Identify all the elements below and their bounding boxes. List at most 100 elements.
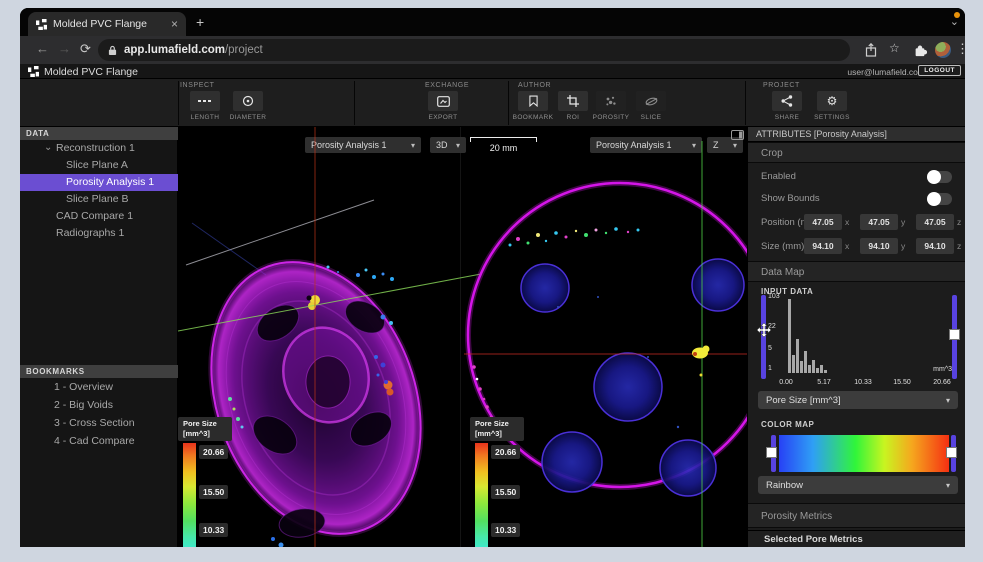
address-input[interactable]: app.lumafield.com/project bbox=[98, 39, 850, 61]
porosity-label: POROSITY bbox=[592, 114, 630, 121]
hist-x-tick: 5.17 bbox=[817, 379, 831, 386]
sidebar-item-radiographs[interactable]: Radiographs 1 bbox=[20, 225, 178, 242]
diameter-icon bbox=[242, 95, 254, 107]
export-button[interactable] bbox=[428, 91, 458, 111]
flange-slice-outline bbox=[466, 181, 747, 489]
sidebar: DATA Reconstruction 1 Slice Plane A Poro… bbox=[20, 127, 178, 547]
bookmark-star-icon[interactable] bbox=[889, 42, 900, 54]
bookmark-item-big-voids[interactable]: 2 - Big Voids bbox=[20, 397, 178, 414]
move-cursor-icon[interactable] bbox=[757, 323, 771, 337]
toolbar-divider bbox=[178, 81, 179, 125]
axis-z-label: z bbox=[957, 241, 962, 251]
tab-overflow-chevron-icon[interactable] bbox=[950, 17, 959, 28]
porosity-metrics-section-header[interactable]: Porosity Metrics bbox=[748, 503, 965, 528]
size-y-input[interactable]: 94.10 bbox=[860, 238, 898, 254]
axis-x-label: x bbox=[845, 217, 850, 227]
slice-button[interactable] bbox=[636, 91, 666, 111]
new-tab-button[interactable] bbox=[196, 14, 204, 30]
toolbar-group-inspect: INSPECT bbox=[180, 82, 215, 89]
settings-label: SETTINGS bbox=[814, 114, 850, 121]
position-y-input[interactable]: 47.05 bbox=[860, 214, 898, 230]
toolbar-divider bbox=[508, 81, 509, 125]
profile-avatar[interactable] bbox=[935, 42, 951, 58]
pore-size-colorbar bbox=[183, 443, 196, 547]
tab-close-icon[interactable] bbox=[171, 18, 178, 30]
settings-button[interactable] bbox=[817, 91, 847, 111]
toolbar-divider bbox=[354, 81, 355, 125]
share-icon bbox=[781, 95, 793, 107]
share-page-icon[interactable] bbox=[865, 43, 877, 57]
show-bounds-label: Show Bounds bbox=[761, 193, 820, 204]
viewport[interactable]: Porosity Analysis 1 3D 20 mm Porosity An… bbox=[178, 127, 747, 547]
bookmark-item-cross-section[interactable]: 3 - Cross Section bbox=[20, 415, 178, 432]
selected-channel: Pore Size [mm^3] bbox=[766, 394, 841, 406]
hist-y-tick: 5 bbox=[768, 345, 772, 352]
sidebar-item-cad-compare[interactable]: CAD Compare 1 bbox=[20, 208, 178, 225]
sidebar-item-reconstruction[interactable]: Reconstruction 1 bbox=[20, 140, 178, 157]
histogram-range-rail-left[interactable] bbox=[761, 295, 766, 379]
data-map-section-header[interactable]: Data Map bbox=[748, 261, 965, 282]
pore-size-legend-title: Pore Size [mm^3] bbox=[178, 417, 232, 441]
selected-pore-metrics-header[interactable]: Selected Pore Metrics bbox=[748, 530, 965, 547]
bookmark-label: BOOKMARK bbox=[512, 114, 554, 121]
size-x-input[interactable]: 94.10 bbox=[804, 238, 842, 254]
sidebar-item-slice-plane-b[interactable]: Slice Plane B bbox=[20, 191, 178, 208]
length-tool-button[interactable] bbox=[190, 91, 220, 111]
extensions-puzzle-icon[interactable] bbox=[913, 43, 927, 57]
attributes-panel: ATTRIBUTES [Porosity Analysis] Crop Enab… bbox=[747, 127, 965, 547]
show-bounds-toggle[interactable] bbox=[927, 192, 952, 206]
browser-tab[interactable]: Molded PVC Flange bbox=[28, 12, 186, 36]
crop-section-header[interactable]: Crop bbox=[748, 142, 965, 163]
lumafield-logo bbox=[28, 66, 39, 77]
panel-toggle-icon[interactable] bbox=[731, 130, 744, 140]
pore-size-colorbar bbox=[475, 443, 488, 547]
slice-label: SLICE bbox=[640, 114, 662, 121]
porosity-button[interactable] bbox=[596, 91, 626, 111]
legend-tick: 10.33 bbox=[199, 523, 229, 537]
bookmark-item-cad-compare[interactable]: 4 - Cad Compare bbox=[20, 433, 178, 450]
bookmark-label: 3 - Cross Section bbox=[54, 417, 135, 429]
project-title: Molded PVC Flange bbox=[44, 66, 138, 78]
channel-select[interactable]: Pore Size [mm^3] bbox=[758, 391, 958, 409]
enabled-label: Enabled bbox=[761, 171, 796, 182]
tab-strip: Molded PVC Flange bbox=[20, 8, 965, 36]
bookmark-item-overview[interactable]: 1 - Overview bbox=[20, 379, 178, 396]
roi-label: ROI bbox=[566, 114, 580, 121]
legend-tick: 10.33 bbox=[491, 523, 521, 537]
export-icon bbox=[436, 95, 450, 107]
axis-x-label: x bbox=[845, 241, 850, 251]
sidebar-item-porosity-analysis[interactable]: Porosity Analysis 1 bbox=[20, 174, 178, 191]
size-z-input[interactable]: 94.10 bbox=[916, 238, 954, 254]
back-icon[interactable] bbox=[36, 42, 49, 55]
forward-icon[interactable] bbox=[58, 42, 71, 55]
hist-x-tick: 20.66 bbox=[933, 379, 951, 386]
logout-button[interactable]: LOGOUT bbox=[918, 65, 961, 76]
colormap-handle-left[interactable] bbox=[766, 447, 777, 458]
position-z-input[interactable]: 47.05 bbox=[916, 214, 954, 230]
slice-icon bbox=[645, 97, 657, 105]
selected-colormap: Rainbow bbox=[766, 479, 803, 491]
chevron-down-icon[interactable] bbox=[44, 139, 52, 156]
bookmark-label: 4 - Cad Compare bbox=[54, 435, 135, 447]
roi-button[interactable] bbox=[558, 91, 588, 111]
browser-menu-icon[interactable] bbox=[956, 42, 965, 55]
attributes-header: ATTRIBUTES [Porosity Analysis] bbox=[748, 127, 965, 142]
hist-x-tick: 15.50 bbox=[893, 379, 911, 386]
position-x-input[interactable]: 47.05 bbox=[804, 214, 842, 230]
colormap-handle-right[interactable] bbox=[946, 447, 957, 458]
share-button[interactable] bbox=[772, 91, 802, 111]
slice-plane-line bbox=[191, 222, 267, 276]
bookmark-button[interactable] bbox=[518, 91, 548, 111]
enabled-toggle[interactable] bbox=[927, 170, 952, 184]
toolbar-group-project: PROJECT bbox=[763, 82, 800, 89]
histogram-range-handle-right[interactable] bbox=[949, 329, 960, 340]
diameter-label: DIAMETER bbox=[229, 114, 267, 121]
sidebar-item-slice-plane-a[interactable]: Slice Plane A bbox=[20, 157, 178, 174]
reload-icon[interactable] bbox=[80, 42, 91, 55]
url-bar: app.lumafield.com/project bbox=[20, 36, 965, 64]
selected-pore[interactable] bbox=[692, 345, 710, 377]
colormap-select[interactable]: Rainbow bbox=[758, 476, 958, 494]
url-path: /project bbox=[224, 44, 263, 56]
diameter-tool-button[interactable] bbox=[233, 91, 263, 111]
bookmark-icon bbox=[528, 95, 538, 107]
